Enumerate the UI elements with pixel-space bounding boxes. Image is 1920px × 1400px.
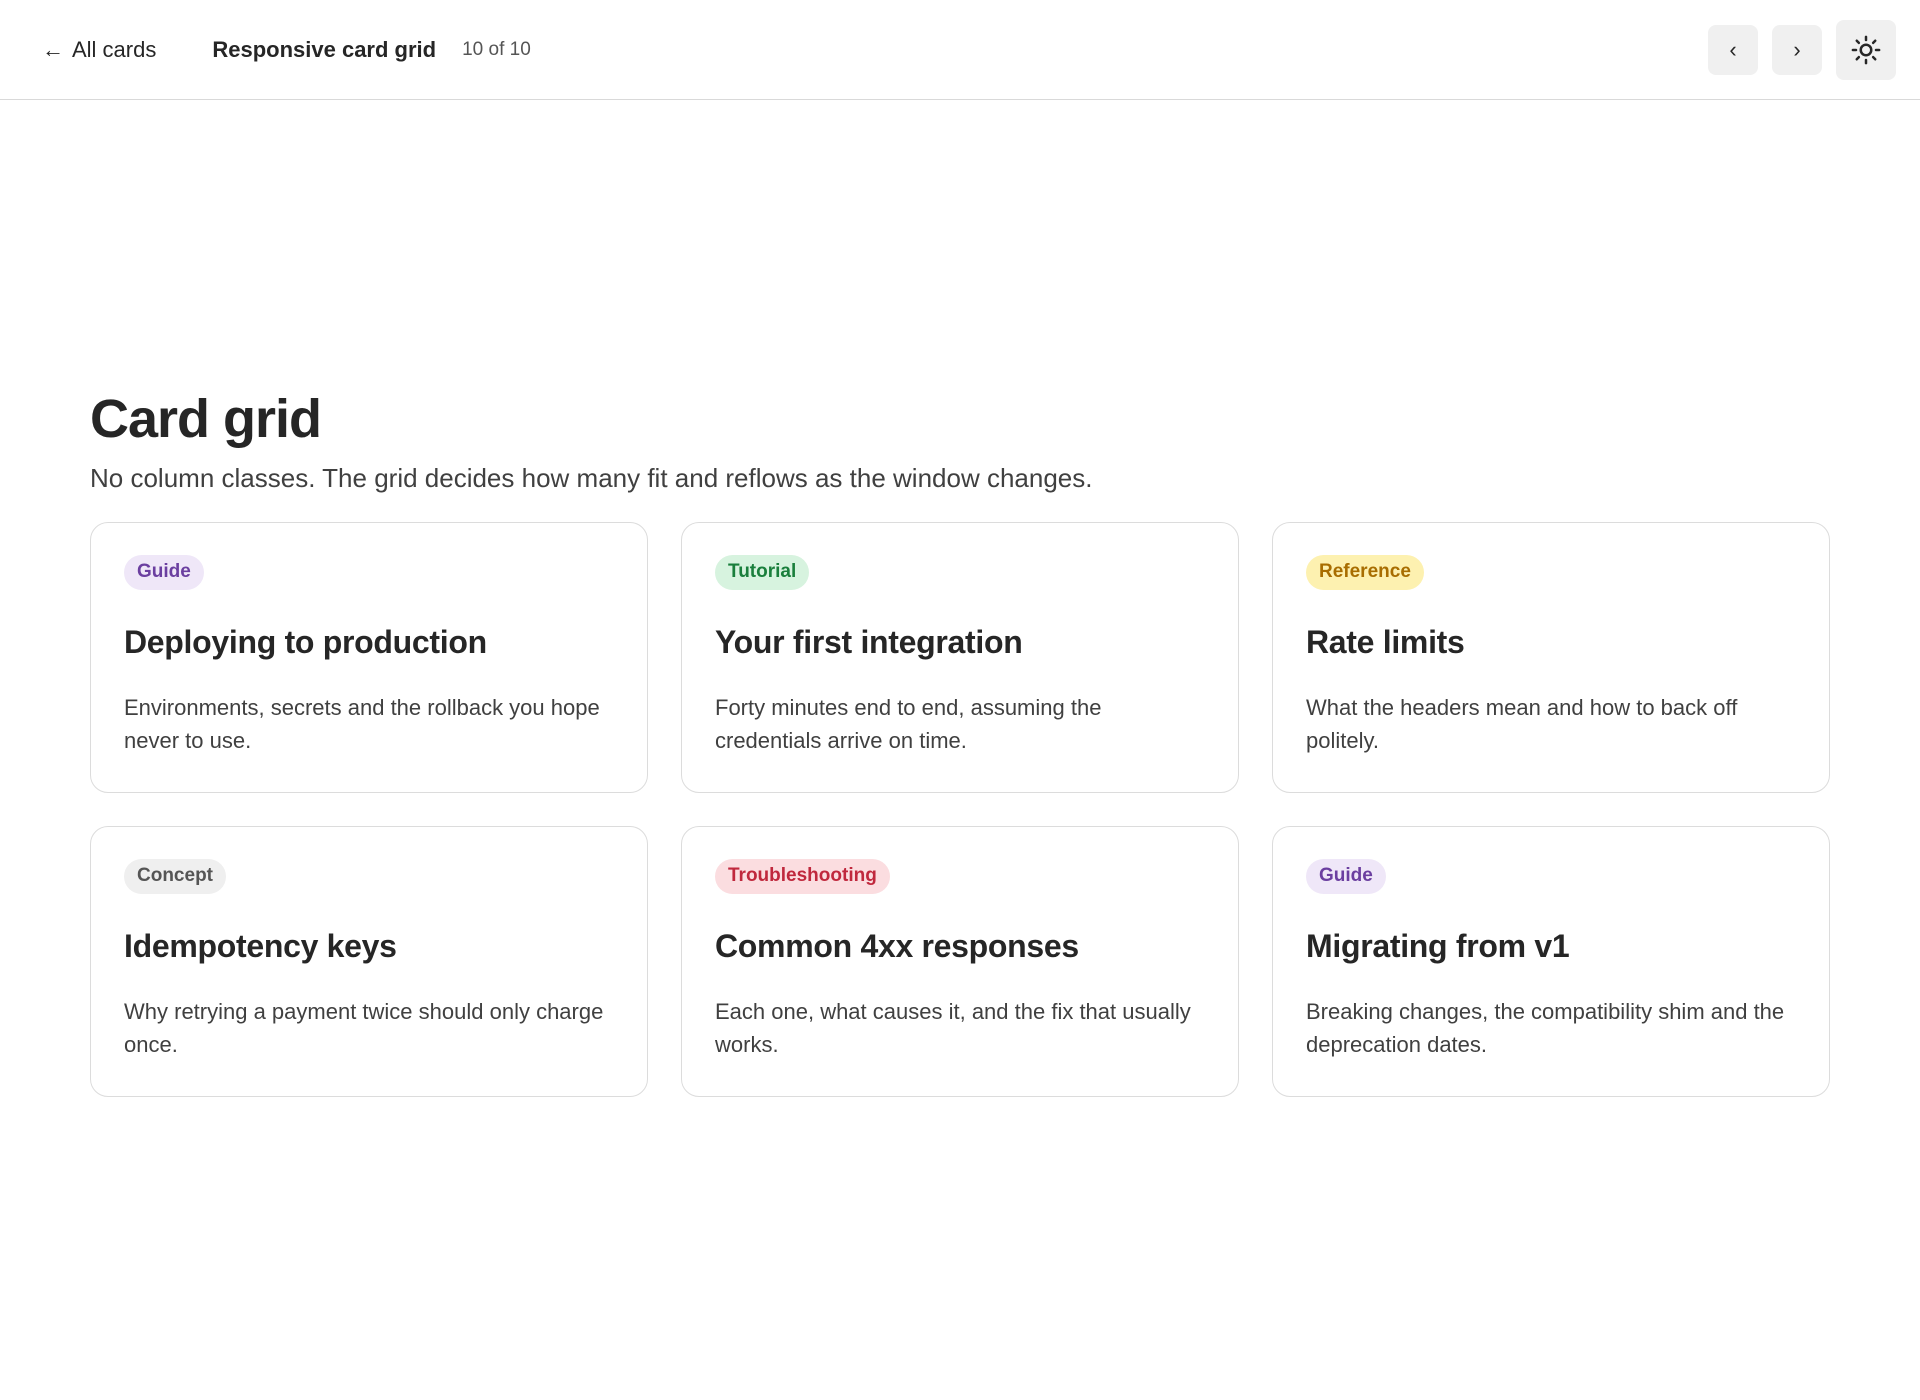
card-description: Each one, what causes it, and the fix th… bbox=[715, 999, 1191, 1058]
arrow-left-icon: ← bbox=[42, 36, 64, 62]
card-tag: Troubleshooting bbox=[715, 859, 890, 895]
card-tag: Tutorial bbox=[715, 555, 810, 591]
theme-toggle-button[interactable] bbox=[1836, 19, 1896, 80]
card[interactable]: Tutorial Your first integration Forty mi… bbox=[681, 522, 1239, 794]
card[interactable]: Concept Idempotency keys Why retrying a … bbox=[90, 826, 648, 1098]
chevron-right-icon: › bbox=[1793, 36, 1801, 62]
card[interactable]: Reference Rate limits What the headers m… bbox=[1272, 522, 1830, 794]
card[interactable]: Troubleshooting Common 4xx responses Eac… bbox=[681, 826, 1239, 1098]
card-tag: Guide bbox=[124, 555, 204, 591]
card-description: Breaking changes, the compatibility shim… bbox=[1306, 999, 1785, 1058]
card[interactable]: Guide Deploying to production Environmen… bbox=[90, 522, 648, 794]
card-title: Your first integration bbox=[715, 624, 1023, 661]
page-subtitle: No column classes. The grid decides how … bbox=[90, 463, 1093, 494]
all-cards-back-link[interactable]: ← All cards bbox=[42, 37, 156, 63]
deck-title: Responsive card grid bbox=[212, 36, 437, 62]
card-tag: Guide bbox=[1306, 859, 1386, 895]
card-title: Rate limits bbox=[1306, 624, 1465, 661]
card-title: Idempotency keys bbox=[124, 928, 397, 965]
card[interactable]: Guide Migrating from v1 Breaking changes… bbox=[1272, 826, 1830, 1098]
next-button[interactable]: › bbox=[1772, 24, 1822, 75]
top-bar: ← All cards Responsive card grid 10 of 1… bbox=[0, 0, 1920, 100]
card-description: Forty minutes end to end, assuming the c… bbox=[715, 695, 1102, 754]
previous-button[interactable]: ‹ bbox=[1708, 24, 1758, 75]
sun-icon bbox=[1851, 35, 1881, 64]
card-tag: Reference bbox=[1306, 555, 1424, 591]
topbar-controls: ‹ › bbox=[1708, 19, 1896, 80]
chevron-left-icon: ‹ bbox=[1729, 36, 1737, 62]
card-description: Environments, secrets and the rollback y… bbox=[124, 695, 600, 754]
card-title: Common 4xx responses bbox=[715, 928, 1079, 965]
slide-counter: 10 of 10 bbox=[462, 38, 531, 60]
card-grid: Guide Deploying to production Environmen… bbox=[90, 522, 1831, 1098]
main-content: Card grid No column classes. The grid de… bbox=[90, 389, 1831, 1098]
page-title: Card grid bbox=[90, 389, 322, 449]
back-link-label: All cards bbox=[72, 36, 157, 62]
card-description: What the headers mean and how to back of… bbox=[1306, 695, 1738, 754]
card-tag: Concept bbox=[124, 859, 226, 895]
card-title: Deploying to production bbox=[124, 624, 487, 661]
card-description: Why retrying a payment twice should only… bbox=[124, 999, 604, 1058]
card-title: Migrating from v1 bbox=[1306, 928, 1570, 965]
